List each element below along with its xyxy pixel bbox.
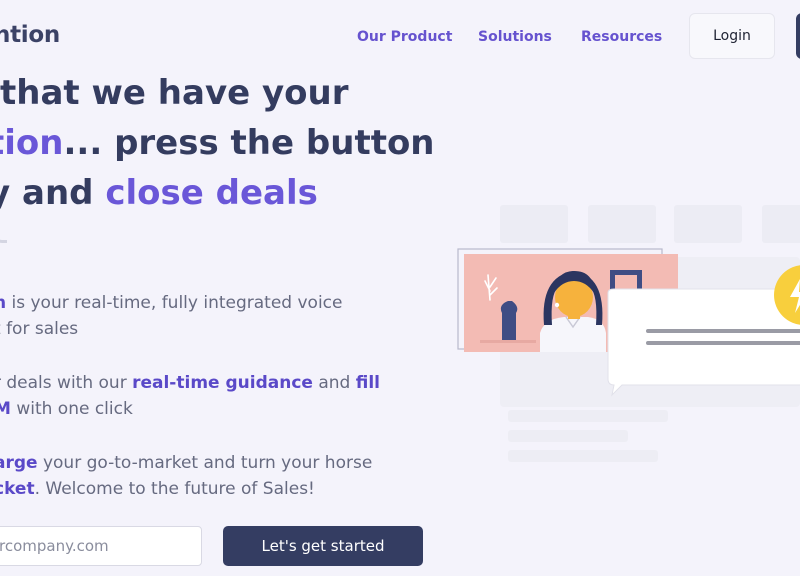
hero-headline: that we have your tion... press the butt… (0, 68, 435, 218)
bg-tile (500, 205, 568, 243)
get-started-button[interactable]: Let's get started (223, 526, 423, 566)
bg-tile (588, 205, 656, 243)
signup-button-edge[interactable] (796, 13, 800, 59)
feature-paragraph-3: arge your go-to-market and turn your hor… (0, 450, 372, 502)
logo[interactable]: ntion (0, 22, 60, 48)
bg-tile (762, 205, 800, 243)
feature-2-highlight-1: real-time guidance (132, 373, 313, 393)
nav-our-product[interactable]: Our Product (357, 29, 452, 45)
nav-solutions[interactable]: Solutions (478, 29, 552, 45)
feature-3-text-2: . Welcome to the future of Sales! (34, 479, 315, 499)
feature-2-text-mid: and (312, 373, 356, 393)
headline-line-1: that we have your (0, 73, 349, 113)
headline-line-3-accent: close deals (105, 173, 318, 213)
headline-line-2: ... press the button (63, 123, 435, 163)
feature-3-highlight-2: cket (0, 479, 35, 499)
feature-2-highlight-3: M (0, 399, 11, 419)
feature-3-text: your go-to-market and turn your horse (37, 453, 373, 473)
feature-3-highlight-1: arge (0, 453, 38, 473)
bg-placeholder (508, 450, 658, 462)
feature-1-text: is your real-time, fully integrated voic… (6, 293, 343, 313)
feature-2-highlight-2: fill (355, 373, 380, 393)
bg-placeholder (508, 430, 628, 442)
headline-line-2-accent: tion (0, 123, 64, 163)
nav-resources[interactable]: Resources (581, 29, 662, 45)
feature-2-text: r deals with our (0, 373, 133, 393)
feature-paragraph-2: r deals with our real-time guidance and … (0, 370, 380, 422)
headline-line-3: y and (0, 173, 94, 213)
hero-illustration (457, 205, 800, 462)
headline-decoration (0, 224, 7, 243)
chat-line (646, 341, 800, 345)
bg-tile (674, 205, 742, 243)
feature-paragraph-1: n is your real-time, fully integrated vo… (0, 290, 343, 342)
feature-2-text-2: with one click (10, 399, 133, 419)
bg-placeholder (508, 410, 668, 422)
chat-line (646, 329, 800, 333)
login-button[interactable]: Login (689, 13, 775, 59)
feature-1-text-2: t for sales (0, 319, 79, 339)
email-input[interactable] (0, 526, 202, 566)
